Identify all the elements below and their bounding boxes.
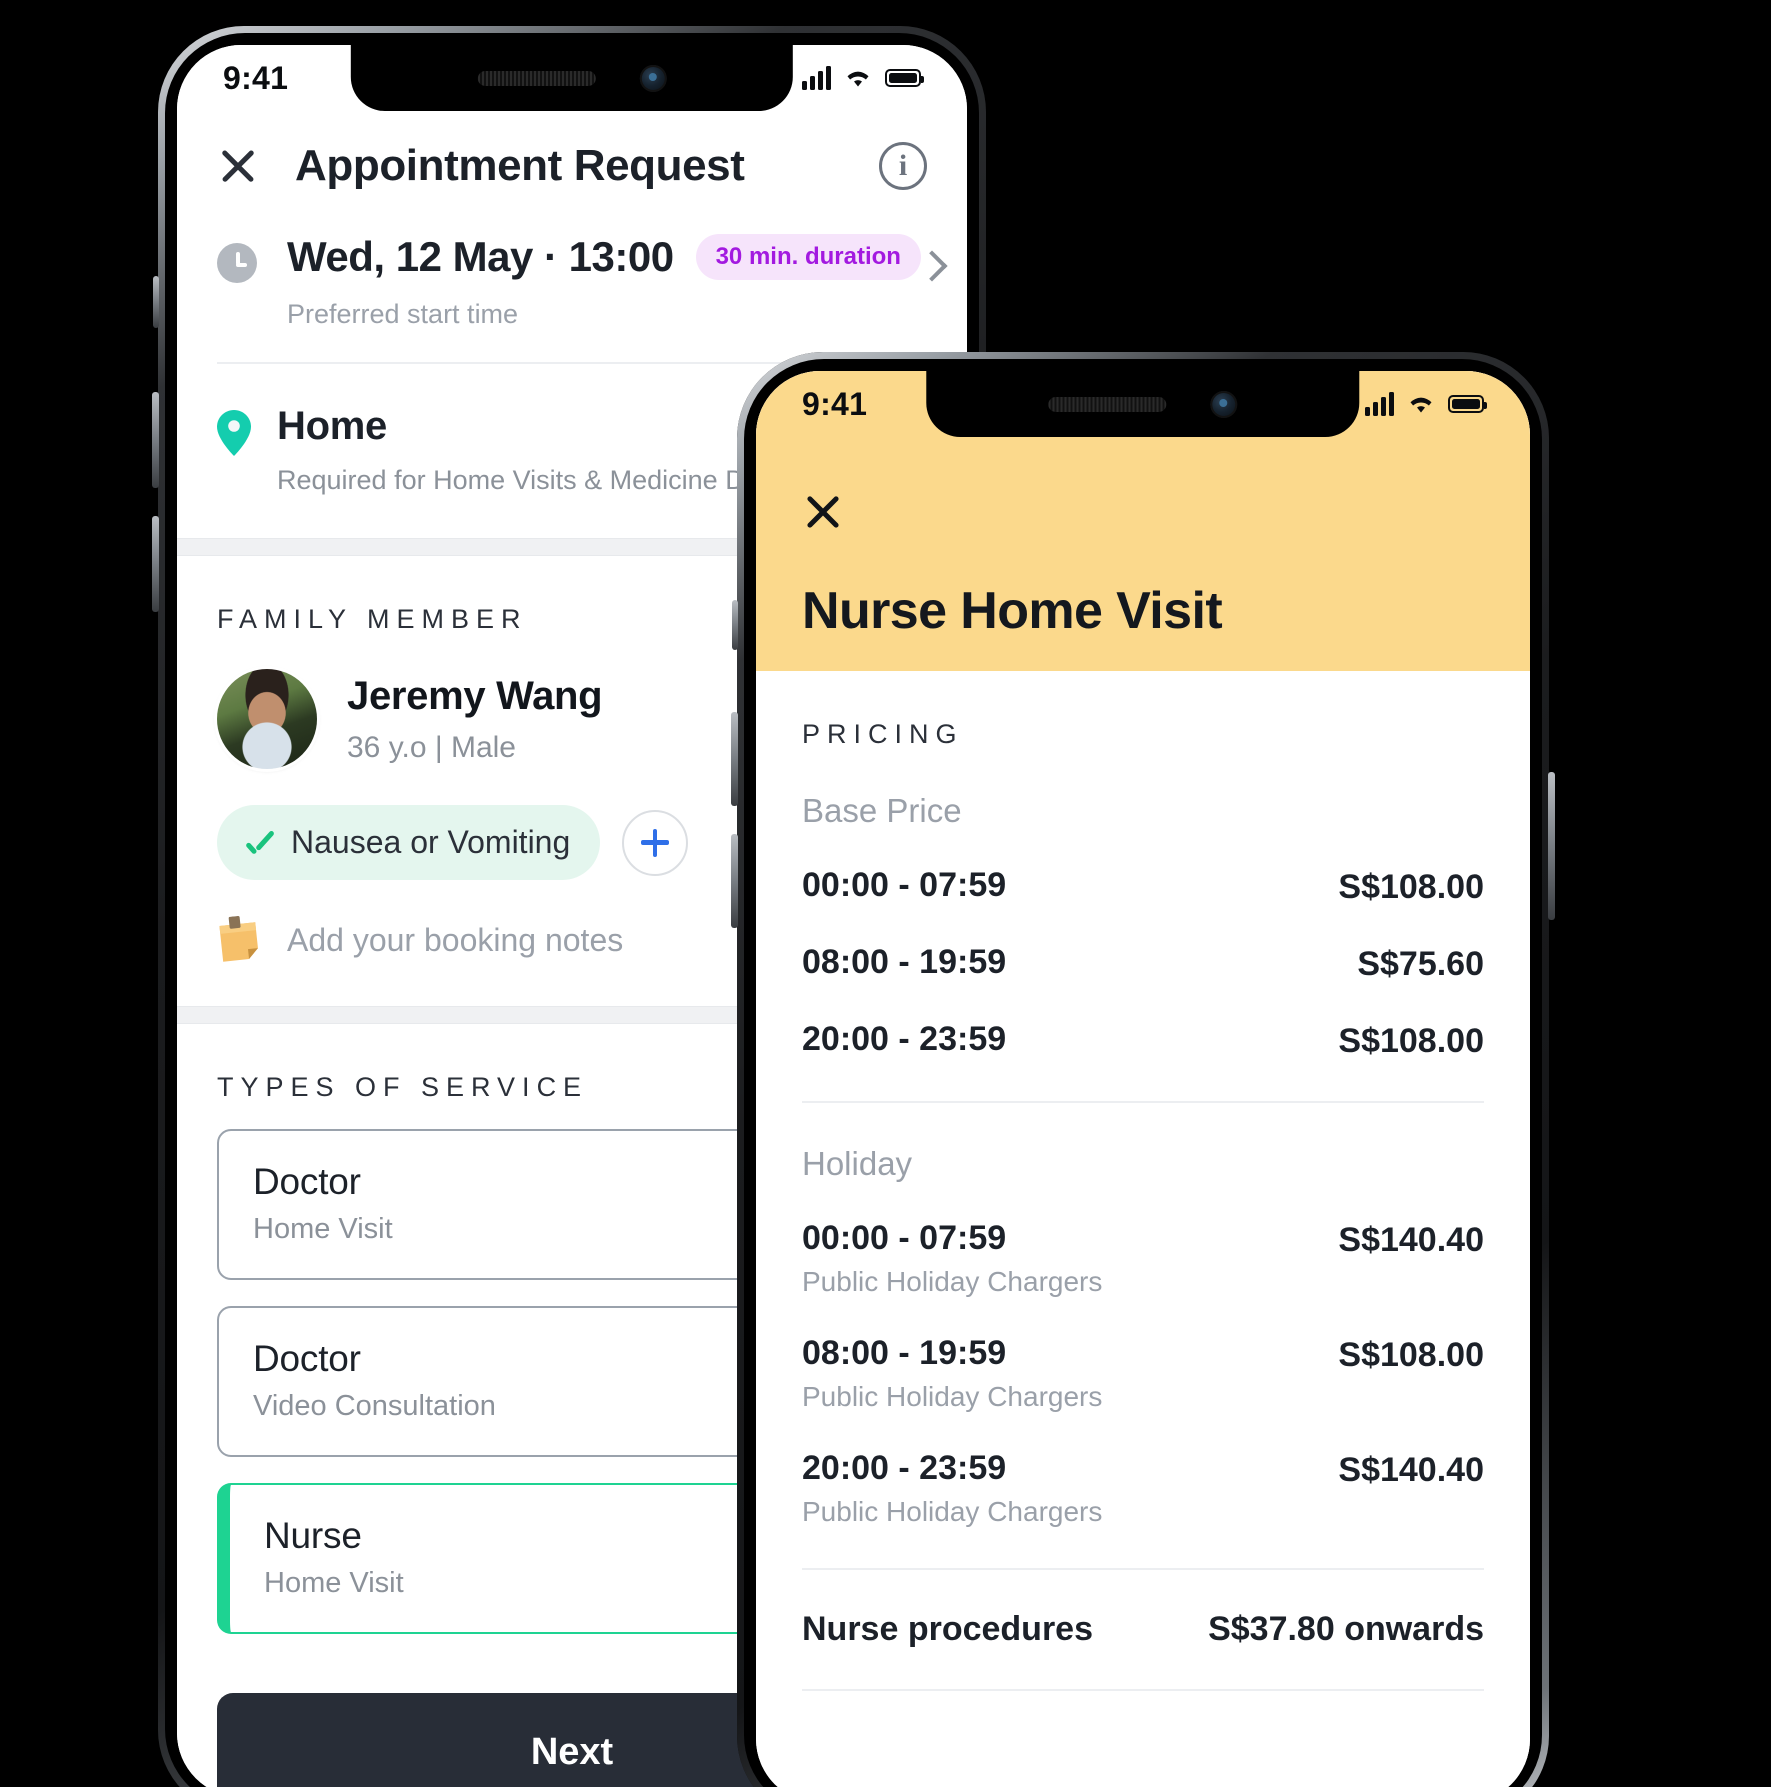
pricing-group-label-base: Base Price (802, 792, 962, 829)
status-indicators (1365, 392, 1487, 416)
pricing-note: Public Holiday Chargers (802, 1381, 1103, 1412)
member-name: Jeremy Wang (347, 673, 603, 718)
pricing-row-left: 00:00 - 07:59 Public Holiday Chargers (802, 1219, 1338, 1298)
divider (802, 1689, 1484, 1691)
phone1-notch (350, 45, 794, 111)
symptom-chip[interactable]: Nausea or Vomiting (217, 805, 601, 880)
pricing-time: 00:00 - 07:59 (802, 866, 1007, 904)
nurse-procedures-row: Nurse procedures S$37.80 onwards (756, 1570, 1530, 1649)
status-time: 9:41 (223, 59, 289, 96)
pricing-amount: S$75.60 (1357, 945, 1484, 983)
close-icon[interactable] (217, 145, 259, 187)
pricing-header: 9:41 Nurse Home Visit (756, 371, 1530, 671)
symptom-chip-label: Nausea or Vomiting (291, 824, 571, 860)
nurse-pricing-page: 9:41 Nurse Home Visit PRICING Base Price… (756, 371, 1530, 1787)
pricing-note: Public Holiday Chargers (802, 1266, 1103, 1297)
status-indicators (802, 66, 924, 90)
pricing-section-label: PRICING (802, 719, 964, 749)
phone2-volume-down-button[interactable] (731, 834, 738, 928)
earpiece-speaker (1048, 396, 1167, 412)
battery-full-icon (885, 69, 924, 87)
appointment-datetime: Wed, 12 May · 13:00 (287, 233, 674, 280)
pricing-amount: S$140.40 (1338, 1221, 1484, 1259)
phone-nurse-home-visit-pricing: 9:41 Nurse Home Visit PRICING Base Price… (731, 352, 1555, 1787)
status-time: 9:41 (802, 385, 868, 422)
phone1-volume-up-button[interactable] (152, 392, 159, 488)
pricing-row-left: 20:00 - 23:59 Public Holiday Chargers (802, 1449, 1338, 1528)
check-icon (247, 832, 277, 854)
phone2-mute-switch[interactable] (732, 600, 738, 650)
pricing-row: 08:00 - 19:59 S$75.60 (756, 907, 1530, 984)
pricing-time: 20:00 - 23:59 (802, 1449, 1007, 1487)
pricing-amount: S$140.40 (1338, 1451, 1484, 1489)
pricing-page-title: Nurse Home Visit (802, 582, 1223, 640)
phone2-volume-up-button[interactable] (731, 712, 738, 806)
phone1-volume-down-button[interactable] (152, 516, 159, 612)
battery-full-icon (1448, 395, 1487, 413)
pricing-time: 08:00 - 19:59 (802, 1334, 1007, 1372)
pricing-row: 20:00 - 23:59 S$108.00 (756, 984, 1530, 1061)
pricing-amount: S$108.00 (1338, 1336, 1484, 1374)
close-icon[interactable] (802, 491, 844, 533)
pricing-close-wrap (756, 491, 1530, 533)
pricing-row: 08:00 - 19:59 Public Holiday Chargers S$… (756, 1298, 1530, 1413)
info-icon[interactable]: i (879, 142, 927, 190)
cellular-bars-icon (1365, 392, 1394, 416)
front-camera-icon (1210, 390, 1238, 418)
pricing-row: 00:00 - 07:59 Public Holiday Chargers S$… (756, 1183, 1530, 1298)
next-button-label: Next (530, 1730, 614, 1773)
pricing-row-left: 08:00 - 19:59 (802, 943, 1357, 982)
appointment-time-line: Wed, 12 May · 13:00 30 min. duration (287, 233, 921, 281)
page-title: Appointment Request (295, 141, 745, 190)
member-main: Jeremy Wang 36 y.o | Male (347, 673, 603, 765)
pricing-row-left: 08:00 - 19:59 Public Holiday Chargers (802, 1334, 1338, 1413)
pricing-time: 20:00 - 23:59 (802, 1020, 1007, 1058)
appointment-time-main: Wed, 12 May · 13:00 30 min. duration Pre… (287, 233, 921, 330)
pricing-row-left: 20:00 - 23:59 (802, 1020, 1338, 1059)
wifi-icon (1405, 392, 1437, 416)
chevron-right-icon[interactable] (916, 250, 948, 282)
clock-icon (217, 243, 257, 283)
location-pin-icon (217, 410, 251, 456)
pricing-row: 20:00 - 23:59 Public Holiday Chargers S$… (756, 1413, 1530, 1528)
earpiece-speaker (477, 70, 596, 86)
pricing-row: 00:00 - 07:59 S$108.00 (756, 830, 1530, 907)
cellular-bars-icon (802, 66, 831, 90)
phone1-mute-switch[interactable] (153, 276, 159, 328)
pricing-note: Public Holiday Chargers (802, 1496, 1103, 1527)
location-title: Home (277, 404, 387, 448)
plus-icon[interactable] (622, 809, 689, 876)
phone2-screen: 9:41 Nurse Home Visit PRICING Base Price… (756, 371, 1530, 1787)
location-subtitle: Required for Home Visits & Medicine D (277, 465, 745, 495)
phone2-notch (926, 371, 1360, 437)
nurse-procedures-label: Nurse procedures (802, 1610, 1093, 1648)
avatar (217, 669, 317, 769)
location-main: Home Required for Home Visits & Medicine… (277, 404, 745, 496)
appointment-time-row[interactable]: Wed, 12 May · 13:00 30 min. duration Pre… (177, 191, 967, 330)
appointment-time-subtitle: Preferred start time (287, 299, 519, 329)
pricing-row-left: 00:00 - 07:59 (802, 866, 1338, 905)
booking-notes-placeholder: Add your booking notes (287, 921, 624, 958)
screenshot-stage: 9:41 Appointment Request i Wed, 12 May ·… (0, 0, 1771, 1787)
nurse-procedures-value: S$37.80 onwards (1208, 1610, 1484, 1648)
member-meta: 36 y.o | Male (347, 730, 516, 764)
pricing-group-label-holiday: Holiday (802, 1145, 913, 1182)
front-camera-icon (639, 64, 667, 92)
sticky-note-icon (215, 914, 264, 966)
pricing-amount: S$108.00 (1338, 868, 1484, 906)
phone2-power-button[interactable] (1548, 772, 1555, 920)
pricing-time: 00:00 - 07:59 (802, 1219, 1007, 1257)
pricing-time: 08:00 - 19:59 (802, 943, 1007, 981)
pricing-amount: S$108.00 (1338, 1022, 1484, 1060)
wifi-icon (842, 66, 874, 90)
duration-badge: 30 min. duration (695, 234, 921, 280)
